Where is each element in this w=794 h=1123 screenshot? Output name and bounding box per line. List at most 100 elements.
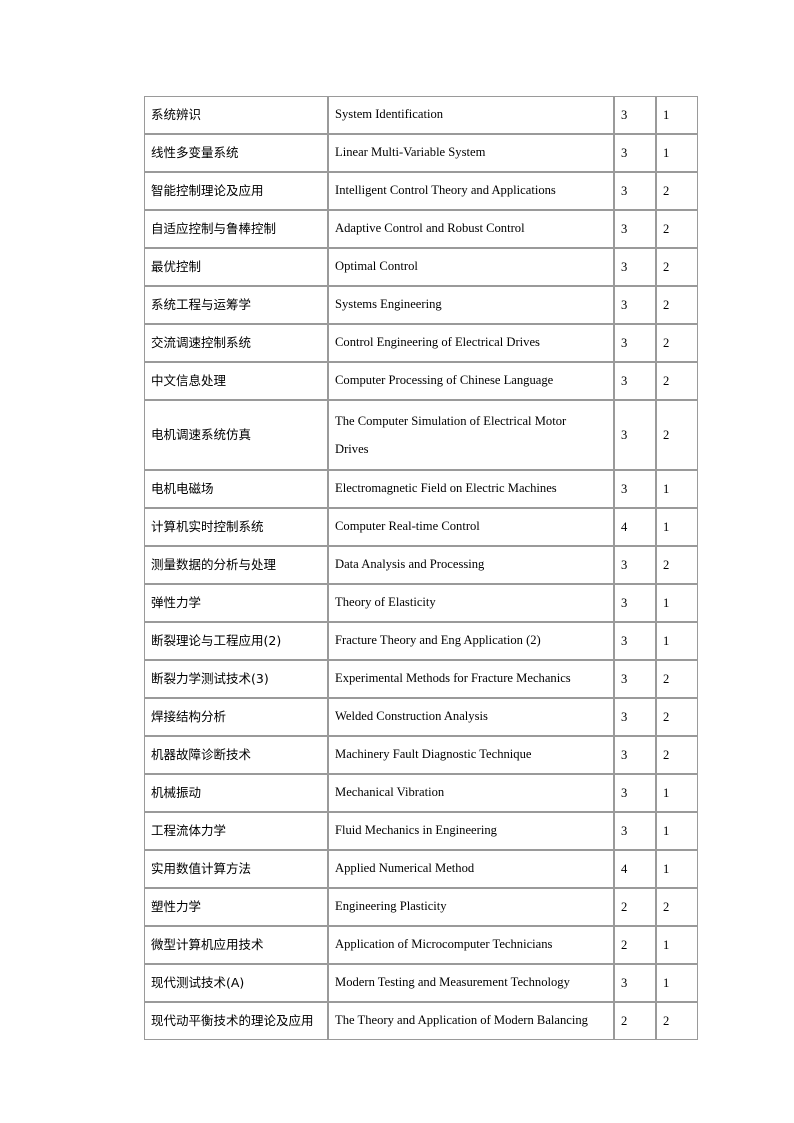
term-cell: 2	[656, 286, 698, 324]
credit-hours-cell: 3	[614, 400, 656, 470]
term-cell: 1	[656, 508, 698, 546]
course-name-english-cell: Data Analysis and Processing	[328, 546, 614, 584]
course-name-english-cell: Machinery Fault Diagnostic Technique	[328, 736, 614, 774]
credit-hours-cell: 3	[614, 622, 656, 660]
credit-hours-cell: 4	[614, 850, 656, 888]
course-name-english-cell: Linear Multi-Variable System	[328, 134, 614, 172]
course-name-english-cell: Computer Processing of Chinese Language	[328, 362, 614, 400]
table-row: 微型计算机应用技术 Application of Microcomputer Te…	[144, 926, 698, 964]
table-row: 系统工程与运筹学 Systems Engineering 3 2	[144, 286, 698, 324]
credit-hours-cell: 2	[614, 888, 656, 926]
term-cell: 1	[656, 774, 698, 812]
course-name-chinese-cell: 自适应控制与鲁棒控制	[144, 210, 328, 248]
table-row: 自适应控制与鲁棒控制 Adaptive Control and Robust Co…	[144, 210, 698, 248]
term-cell: 2	[656, 400, 698, 470]
course-name-english-cell: Mechanical Vibration	[328, 774, 614, 812]
course-name-chinese-cell: 现代测试技术(A)	[144, 964, 328, 1002]
table-row: 弹性力学 Theory of Elasticity 3 1	[144, 584, 698, 622]
course-name-chinese-cell: 最优控制	[144, 248, 328, 286]
credit-hours-cell: 3	[614, 660, 656, 698]
course-name-english-cell: Experimental Methods for Fracture Mechan…	[328, 660, 614, 698]
term-cell: 2	[656, 660, 698, 698]
table-row: 智能控制理论及应用 Intelligent Control Theory and …	[144, 172, 698, 210]
course-name-english-cell: Computer Real-time Control	[328, 508, 614, 546]
course-name-chinese-cell: 电机调速系统仿真	[144, 400, 328, 470]
term-cell: 1	[656, 96, 698, 134]
credit-hours-cell: 3	[614, 172, 656, 210]
term-cell: 2	[656, 546, 698, 584]
course-name-english-cell: Modern Testing and Measurement Technolog…	[328, 964, 614, 1002]
table-row: 断裂力学测试技术(3) Experimental Methods for Frac…	[144, 660, 698, 698]
term-cell: 2	[656, 172, 698, 210]
course-name-chinese-cell: 系统工程与运筹学	[144, 286, 328, 324]
credit-hours-cell: 3	[614, 362, 656, 400]
table-row: 电机电磁场 Electromagnetic Field on Electric M…	[144, 470, 698, 508]
term-cell: 2	[656, 362, 698, 400]
table-row: 塑性力学 Engineering Plasticity 2 2	[144, 888, 698, 926]
table-row: 最优控制 Optimal Control 3 2	[144, 248, 698, 286]
course-name-english-line-2: Drives	[335, 442, 369, 456]
credit-hours-cell: 2	[614, 926, 656, 964]
table-row: 断裂理论与工程应用(2) Fracture Theory and Eng Appl…	[144, 622, 698, 660]
course-name-chinese-cell: 微型计算机应用技术	[144, 926, 328, 964]
credit-hours-cell: 3	[614, 812, 656, 850]
table-row: 现代动平衡技术的理论及应用 The Theory and Application …	[144, 1002, 698, 1040]
table-row: 实用数值计算方法 Applied Numerical Method 4 1	[144, 850, 698, 888]
credit-hours-cell: 3	[614, 134, 656, 172]
course-name-english-cell: Electromagnetic Field on Electric Machin…	[328, 470, 614, 508]
table-row: 电机调速系统仿真 The Computer Simulation of Elect…	[144, 400, 698, 470]
credit-hours-cell: 3	[614, 248, 656, 286]
course-name-english-cell: The Theory and Application of Modern Bal…	[328, 1002, 614, 1040]
table-row: 线性多变量系统 Linear Multi-Variable System 3 1	[144, 134, 698, 172]
course-name-english-cell: Applied Numerical Method	[328, 850, 614, 888]
term-cell: 1	[656, 964, 698, 1002]
credit-hours-cell: 3	[614, 774, 656, 812]
table-row: 计算机实时控制系统 Computer Real-time Control 4 1	[144, 508, 698, 546]
table-row: 机器故障诊断技术 Machinery Fault Diagnostic Techn…	[144, 736, 698, 774]
course-name-chinese-cell: 现代动平衡技术的理论及应用	[144, 1002, 328, 1040]
term-cell: 2	[656, 1002, 698, 1040]
credit-hours-cell: 3	[614, 698, 656, 736]
credit-hours-cell: 4	[614, 508, 656, 546]
course-name-english-cell: Optimal Control	[328, 248, 614, 286]
course-name-english-cell: Welded Construction Analysis	[328, 698, 614, 736]
course-name-english-cell: Adaptive Control and Robust Control	[328, 210, 614, 248]
course-name-chinese-cell: 智能控制理论及应用	[144, 172, 328, 210]
credit-hours-cell: 3	[614, 210, 656, 248]
term-cell: 1	[656, 622, 698, 660]
credit-hours-cell: 3	[614, 324, 656, 362]
course-name-english-cell: The Computer Simulation of Electrical Mo…	[328, 400, 614, 470]
table-row: 机械振动 Mechanical Vibration 3 1	[144, 774, 698, 812]
table-row: 焊接结构分析 Welded Construction Analysis 3 2	[144, 698, 698, 736]
credit-hours-cell: 2	[614, 1002, 656, 1040]
table-row: 工程流体力学 Fluid Mechanics in Engineering 3 1	[144, 812, 698, 850]
term-cell: 1	[656, 134, 698, 172]
course-name-chinese-cell: 焊接结构分析	[144, 698, 328, 736]
table-row: 中文信息处理 Computer Processing of Chinese Lan…	[144, 362, 698, 400]
course-name-english-cell: Fracture Theory and Eng Application (2)	[328, 622, 614, 660]
table-row: 交流调速控制系统 Control Engineering of Electrica…	[144, 324, 698, 362]
course-name-english-cell: Fluid Mechanics in Engineering	[328, 812, 614, 850]
course-name-chinese-cell: 工程流体力学	[144, 812, 328, 850]
course-name-chinese-cell: 电机电磁场	[144, 470, 328, 508]
term-cell: 1	[656, 470, 698, 508]
course-name-chinese-cell: 弹性力学	[144, 584, 328, 622]
course-name-chinese-cell: 线性多变量系统	[144, 134, 328, 172]
course-name-chinese-cell: 系统辨识	[144, 96, 328, 134]
course-name-chinese-cell: 塑性力学	[144, 888, 328, 926]
credit-hours-cell: 3	[614, 96, 656, 134]
course-name-chinese-cell: 测量数据的分析与处理	[144, 546, 328, 584]
course-name-english-line-1: The Computer Simulation of Electrical Mo…	[335, 413, 567, 428]
term-cell: 1	[656, 850, 698, 888]
course-name-chinese-cell: 机器故障诊断技术	[144, 736, 328, 774]
course-name-chinese-cell: 实用数值计算方法	[144, 850, 328, 888]
term-cell: 2	[656, 248, 698, 286]
credit-hours-cell: 3	[614, 470, 656, 508]
course-name-english-cell: Control Engineering of Electrical Drives	[328, 324, 614, 362]
credit-hours-cell: 3	[614, 286, 656, 324]
table-row: 现代测试技术(A) Modern Testing and Measurement …	[144, 964, 698, 1002]
table-row: 系统辨识 System Identification 3 1	[144, 96, 698, 134]
course-table: 系统辨识 System Identification 3 1 线性多变量系统 Linear…	[144, 96, 698, 1040]
course-name-english-cell: Intelligent Control Theory and Applicati…	[328, 172, 614, 210]
term-cell: 2	[656, 210, 698, 248]
